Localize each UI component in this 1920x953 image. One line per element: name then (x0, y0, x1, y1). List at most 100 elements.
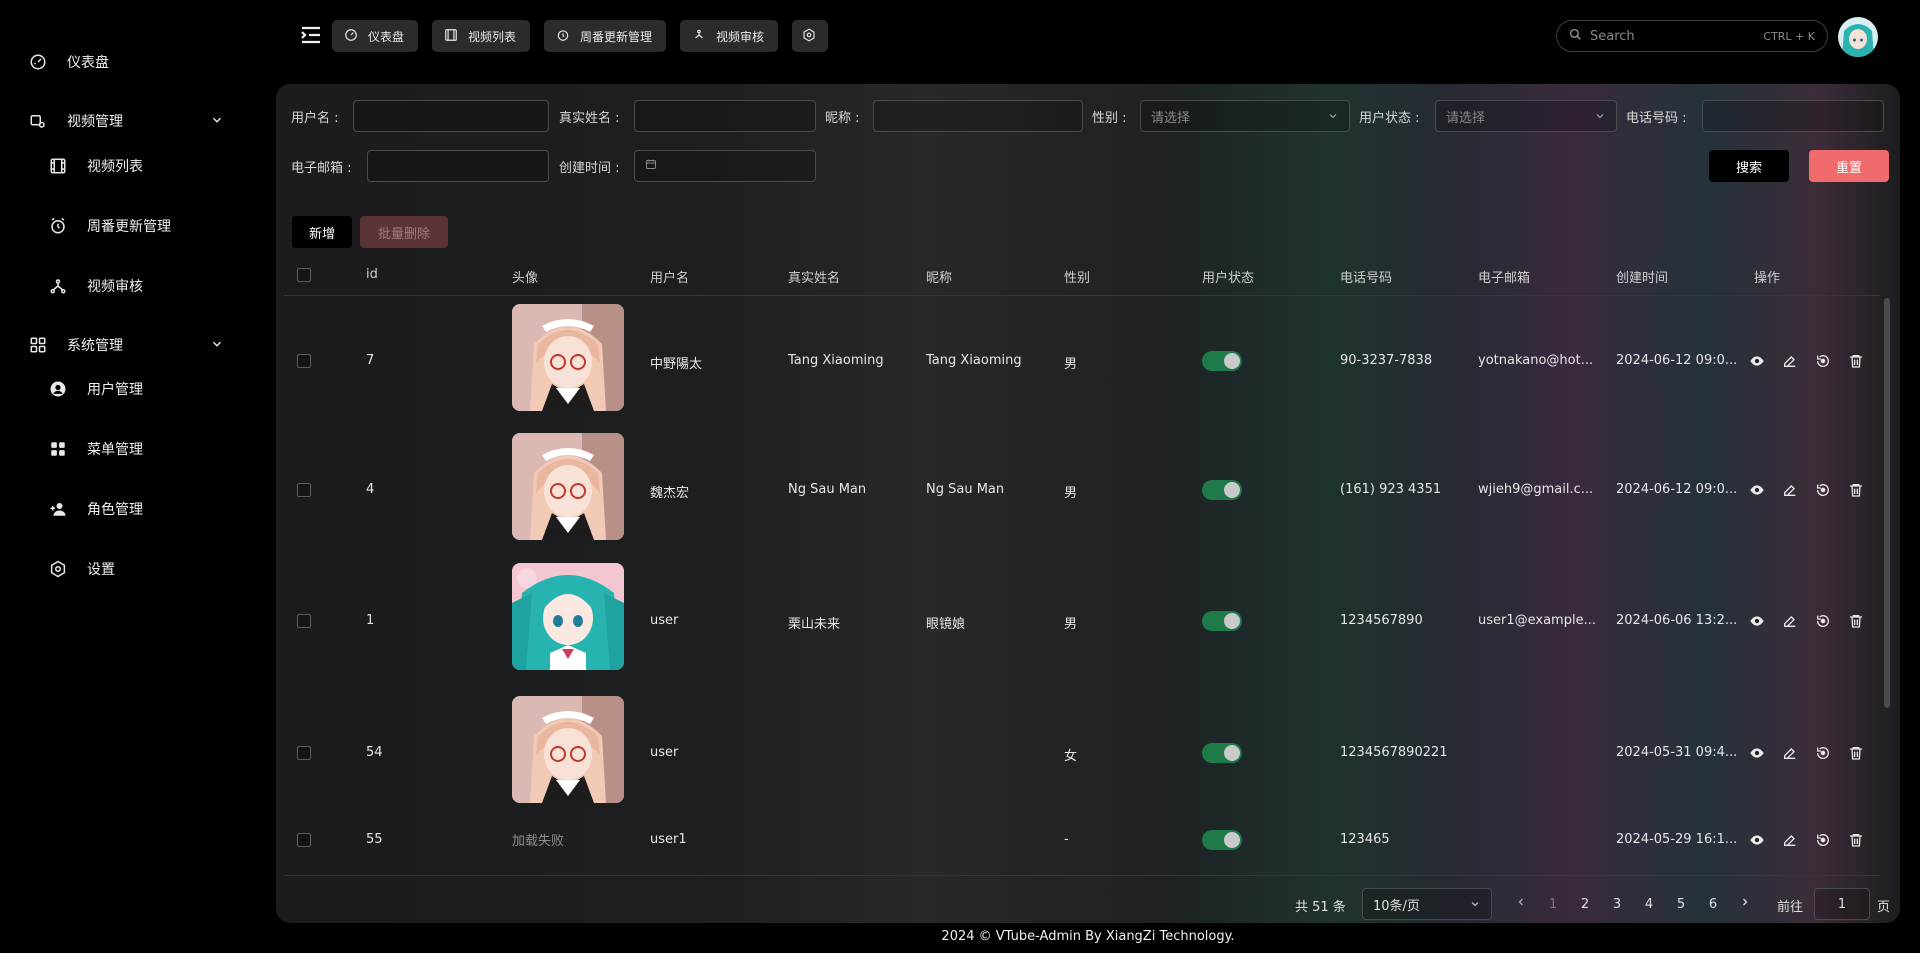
row-checkbox[interactable] (297, 746, 311, 760)
column-header[interactable]: 用户名 (650, 267, 689, 286)
column-header[interactable]: 电子邮箱 (1478, 267, 1530, 286)
chevron-down-icon (1327, 110, 1339, 122)
column-header[interactable]: 用户状态 (1202, 267, 1254, 286)
tab-video-review[interactable]: 视频审核 (680, 20, 779, 52)
cell-phone: 1234567890 (1340, 613, 1423, 628)
edit-icon[interactable] (1780, 351, 1800, 371)
row-checkbox[interactable] (297, 483, 311, 497)
search-button[interactable]: 搜索 (1709, 150, 1789, 182)
sidebar-item-video-review[interactable]: 视频审核 (0, 266, 276, 306)
cell-realname: Ng Sau Man (788, 482, 867, 497)
page-number[interactable]: 2 (1573, 892, 1597, 916)
reset-button[interactable]: 重置 (1809, 150, 1889, 182)
reset-icon[interactable] (1813, 480, 1833, 500)
cell-created: 2024-06-12 09:0... (1616, 482, 1738, 497)
tab-settings[interactable] (792, 20, 828, 52)
prev-page-button[interactable] (1509, 892, 1533, 916)
tab-weekly-update[interactable]: 周番更新管理 (544, 20, 667, 52)
row-avatar-image (512, 563, 624, 670)
goto-page-input[interactable]: 1 (1814, 888, 1870, 920)
edit-icon[interactable] (1780, 743, 1800, 763)
reset-icon[interactable] (1813, 830, 1833, 850)
phone-field[interactable] (1702, 100, 1884, 132)
cell-id: 4 (366, 482, 375, 497)
delete-trash-icon[interactable] (1846, 743, 1866, 763)
column-header[interactable]: 头像 (512, 267, 538, 286)
batch-delete-button[interactable]: 批量删除 (360, 216, 448, 248)
status-select[interactable]: 请选择 (1435, 100, 1617, 132)
tab-video-list[interactable]: 视频列表 (432, 20, 531, 52)
add-button[interactable]: 新增 (292, 216, 352, 248)
view-eye-icon[interactable] (1747, 743, 1767, 763)
page-number[interactable]: 5 (1669, 892, 1693, 916)
user-circle-icon (48, 379, 68, 399)
tab-dashboard[interactable]: 仪表盘 (332, 20, 419, 52)
column-header[interactable]: 真实姓名 (788, 267, 840, 286)
page-number[interactable]: 6 (1701, 892, 1725, 916)
column-header[interactable]: 操作 (1754, 267, 1780, 286)
sidebar-group-system-management[interactable]: 系统管理 (0, 325, 276, 365)
cell-created: 2024-05-29 16:1... (1616, 832, 1738, 847)
sidebar-item-dashboard[interactable]: 仪表盘 (0, 42, 276, 82)
status-placeholder: 请选择 (1446, 110, 1486, 126)
username-field[interactable] (353, 100, 549, 132)
delete-trash-icon[interactable] (1846, 480, 1866, 500)
username-label: 用户名 : (291, 111, 339, 126)
edit-icon[interactable] (1780, 830, 1800, 850)
reset-icon[interactable] (1813, 351, 1833, 371)
row-checkbox[interactable] (297, 614, 311, 628)
view-eye-icon[interactable] (1747, 480, 1767, 500)
sidebar-group-video-management[interactable]: 视频管理 (0, 101, 276, 141)
status-toggle[interactable] (1202, 351, 1242, 371)
cell-username: 中野陽太 (650, 357, 703, 372)
cell-email: yotnakano@hot... (1478, 353, 1594, 368)
status-toggle[interactable] (1202, 480, 1242, 500)
next-page-button[interactable] (1733, 892, 1757, 916)
nickname-field[interactable] (873, 100, 1083, 132)
search-input[interactable]: Search CTRL + K (1556, 20, 1828, 52)
chevron-right-icon (1739, 896, 1751, 912)
view-eye-icon[interactable] (1747, 611, 1767, 631)
realname-field[interactable] (634, 100, 816, 132)
sidebar-item-user-management[interactable]: 用户管理 (0, 369, 276, 409)
view-eye-icon[interactable] (1747, 830, 1767, 850)
column-header[interactable]: 昵称 (926, 267, 952, 286)
column-header[interactable]: 创建时间 (1616, 267, 1668, 286)
gender-select[interactable]: 请选择 (1140, 100, 1350, 132)
created-date-picker[interactable] (634, 150, 816, 182)
sidebar-item-settings[interactable]: 设置 (0, 549, 276, 589)
delete-trash-icon[interactable] (1846, 611, 1866, 631)
sidebar-item-role-management[interactable]: 角色管理 (0, 489, 276, 529)
cell-phone: 123465 (1340, 832, 1390, 847)
edit-icon[interactable] (1780, 611, 1800, 631)
reset-icon[interactable] (1813, 743, 1833, 763)
column-header[interactable]: id (366, 267, 378, 282)
page-number[interactable]: 4 (1637, 892, 1661, 916)
gauge-icon (344, 28, 360, 44)
email-field[interactable] (367, 150, 549, 182)
sidebar-item-weekly-update[interactable]: 周番更新管理 (0, 206, 276, 246)
status-toggle[interactable] (1202, 611, 1242, 631)
sidebar-item-menu-management[interactable]: 菜单管理 (0, 429, 276, 469)
row-checkbox[interactable] (297, 833, 311, 847)
reset-icon[interactable] (1813, 611, 1833, 631)
row-checkbox[interactable] (297, 354, 311, 368)
menu-toggle-icon[interactable] (300, 25, 324, 47)
page-number[interactable]: 1 (1541, 892, 1565, 916)
select-all-checkbox[interactable] (297, 268, 311, 282)
edit-icon[interactable] (1780, 480, 1800, 500)
user-avatar[interactable] (1838, 17, 1878, 57)
status-toggle[interactable] (1202, 743, 1242, 763)
view-eye-icon[interactable] (1747, 351, 1767, 371)
delete-trash-icon[interactable] (1846, 351, 1866, 371)
column-header[interactable]: 性别 (1064, 267, 1090, 286)
chevron-down-icon (210, 337, 226, 353)
page-number[interactable]: 3 (1605, 892, 1629, 916)
status-toggle[interactable] (1202, 830, 1242, 850)
sidebar-item-label: 仪表盘 (67, 55, 109, 71)
table-scrollbar[interactable] (1884, 298, 1890, 708)
sidebar-item-video-list[interactable]: 视频列表 (0, 146, 276, 186)
page-size-select[interactable]: 10条/页 (1362, 888, 1492, 920)
column-header[interactable]: 电话号码 (1340, 267, 1392, 286)
delete-trash-icon[interactable] (1846, 830, 1866, 850)
